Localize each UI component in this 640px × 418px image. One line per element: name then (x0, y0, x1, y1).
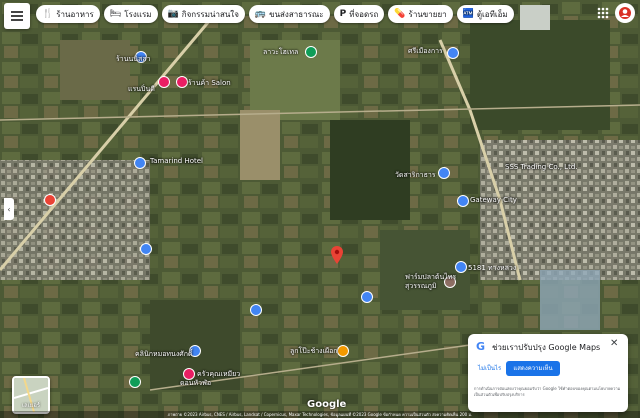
chip-hotels[interactable]: 🛏 โรงแรม (103, 5, 158, 23)
chip-label: ร้านขายยา (408, 9, 447, 19)
chip-label: ร้านอาหาร (56, 9, 94, 19)
google-apps-button[interactable] (594, 4, 612, 22)
popup-fine-print: การดำเนินการต่อแสดงว่าคุณยอมรับว่า Googl… (474, 386, 621, 397)
transit-icon: 🚌 (254, 8, 267, 19)
poi-marker[interactable] (134, 157, 146, 169)
map-label: คลินิกหมอทนงศักดิ์ (135, 350, 193, 358)
poi-park-marker[interactable] (129, 376, 141, 388)
map-label: ร้านค้า Salon (188, 79, 231, 87)
location-pin-icon[interactable] (331, 246, 343, 264)
give-feedback-button[interactable]: แสดงความเห็น (506, 361, 560, 376)
chip-label: ตู้เอทีเอ็ม (476, 9, 508, 19)
popup-title: ช่วยเราปรับปรุง Google Maps (492, 343, 601, 352)
map-label: ลูกโป๊ะช้างเผือก (290, 347, 338, 355)
menu-button[interactable] (4, 3, 30, 29)
chip-atm[interactable]: 🏧 ตู้เอทีเอ็ม (456, 5, 514, 23)
map-label: Tamarind Hotel (150, 157, 203, 165)
layers-label: เลเยอร์ (21, 402, 41, 409)
poi-shopping-marker[interactable] (176, 76, 188, 88)
poi-marker[interactable] (361, 291, 373, 303)
map-label: ดอนหัวฬ่อ (180, 379, 212, 387)
poi-hospital-marker[interactable] (44, 194, 56, 206)
poi-park-marker[interactable] (305, 46, 317, 58)
hamburger-icon (11, 11, 23, 21)
poi-marker[interactable] (455, 261, 467, 273)
map-label: แรนปิ่นดี (128, 85, 155, 93)
chip-things-to-do[interactable]: 📷 กิจกรรมน่าสนใจ (161, 5, 245, 23)
chip-label: โรงแรม (124, 9, 152, 19)
account-avatar[interactable] (615, 3, 635, 23)
feedback-popup: G ช่วยเราปรับปรุง Google Maps ✕ ไม่เป็นไ… (468, 334, 628, 412)
avatar-icon (619, 7, 631, 19)
poi-marker[interactable] (140, 243, 152, 255)
chevron-left-icon: ‹ (7, 204, 11, 214)
map-label: SSS Trading Co., Ltd. (505, 163, 578, 171)
hotel-icon: 🛏 (109, 8, 122, 19)
poi-marker[interactable] (438, 167, 450, 179)
map-label: ศรีเมืองการ (408, 47, 443, 55)
chip-transit[interactable]: 🚌 ขนส่งสาธารณะ (248, 5, 330, 23)
chip-label: กิจกรรมน่าสนใจ (181, 9, 239, 19)
map-label: สุวรรณภูมิ (405, 282, 437, 290)
map-label: 5181 ทางหลวง (468, 264, 517, 272)
chip-label: ที่จอดรถ (349, 9, 379, 19)
parking-icon: P (339, 8, 347, 19)
poi-shopping-marker[interactable] (158, 76, 170, 88)
map-label: Gateway City (470, 196, 517, 204)
layers-toggle[interactable]: เลเยอร์ (12, 376, 50, 414)
pharmacy-icon: 💊 (394, 8, 406, 19)
chip-parking[interactable]: P ที่จอดรถ (333, 5, 385, 23)
map-label: ร้านนนิสสา (116, 55, 151, 63)
poi-food-marker[interactable] (337, 345, 349, 357)
chip-label: ขนส่งสาธารณะ (269, 9, 324, 19)
map-label: ลาวะโฮเทล (263, 48, 299, 56)
map-label: วัดสาริกาธาร (395, 171, 436, 179)
atm-icon: 🏧 (462, 8, 474, 19)
no-thanks-button[interactable]: ไม่เป็นไร (474, 362, 505, 376)
close-icon[interactable]: ✕ (610, 338, 618, 349)
poi-marker[interactable] (457, 195, 469, 207)
apps-grid-icon (597, 7, 609, 19)
collapse-panel-button[interactable]: ‹ (4, 198, 14, 220)
google-logo: Google (307, 399, 347, 410)
poi-marker[interactable] (250, 304, 262, 316)
restaurant-icon: 🍴 (42, 8, 54, 19)
category-chips: 🍴 ร้านอาหาร 🛏 โรงแรม 📷 กิจกรรมน่าสนใจ 🚌 ขนส่… (36, 5, 514, 23)
camera-icon: 📷 (167, 8, 179, 19)
chip-restaurants[interactable]: 🍴 ร้านอาหาร (36, 5, 100, 23)
chip-pharmacy[interactable]: 💊 ร้านขายยา (388, 5, 453, 23)
google-g-icon: G (476, 340, 486, 353)
poi-marker[interactable] (447, 47, 459, 59)
attribution-footer[interactable]: ภาพถ่าย ©2023 Airbus, CNES / Airbus, Lan… (0, 411, 640, 418)
